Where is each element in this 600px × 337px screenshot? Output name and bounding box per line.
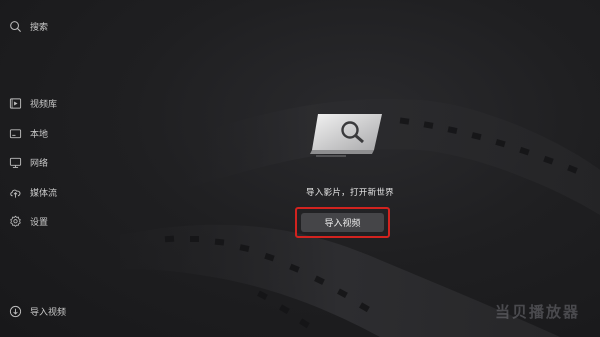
network-icon bbox=[8, 155, 22, 169]
sidebar-item-label: 视频库 bbox=[30, 99, 58, 110]
sidebar-item-label: 网络 bbox=[30, 158, 49, 169]
sidebar-import-label: 导入视频 bbox=[30, 307, 67, 318]
import-video-button[interactable]: 导入视频 bbox=[301, 213, 384, 232]
app-window: 搜索 视频库 本地 网络 媒体流 设置 导入视频 导入影片，打开新世界 导入视频… bbox=[0, 0, 600, 337]
empty-state-message: 导入影片，打开新世界 bbox=[305, 188, 394, 198]
gear-icon bbox=[8, 214, 22, 228]
sidebar-item-label: 本地 bbox=[30, 129, 49, 140]
sidebar-item-media-stream[interactable]: 媒体流 bbox=[8, 182, 57, 202]
import-button-highlight: 导入视频 bbox=[295, 207, 390, 238]
cloud-icon bbox=[8, 185, 22, 199]
sidebar-import-video[interactable]: 导入视频 bbox=[8, 301, 66, 321]
sidebar-item-label: 媒体流 bbox=[30, 188, 58, 199]
sidebar-item-label: 设置 bbox=[30, 217, 49, 228]
sidebar-item-settings[interactable]: 设置 bbox=[8, 211, 48, 231]
video-library-icon bbox=[8, 96, 22, 110]
empty-state-illustration bbox=[310, 114, 382, 157]
sidebar-item-network[interactable]: 网络 bbox=[8, 152, 48, 172]
watermark: 当贝播放器 bbox=[494, 303, 580, 321]
search-icon bbox=[8, 19, 22, 33]
sidebar-item-local[interactable]: 本地 bbox=[8, 123, 48, 143]
sidebar-search-label: 搜索 bbox=[30, 22, 49, 33]
sidebar-search[interactable]: 搜索 bbox=[8, 16, 48, 36]
folder-icon bbox=[8, 126, 22, 140]
sidebar-item-video-library[interactable]: 视频库 bbox=[8, 93, 57, 113]
import-icon bbox=[8, 304, 22, 318]
sidebar: 搜索 视频库 本地 网络 媒体流 设置 导入视频 bbox=[0, 0, 150, 337]
